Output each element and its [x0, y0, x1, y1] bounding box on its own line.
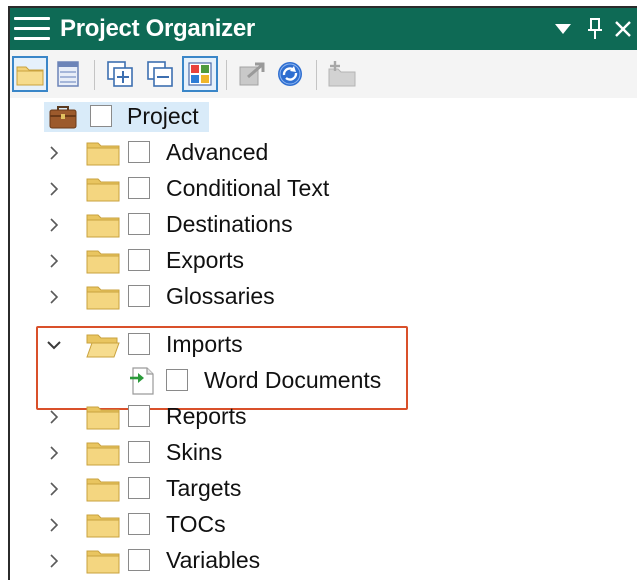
checkbox[interactable] — [128, 405, 150, 427]
folder-view-icon[interactable] — [12, 56, 48, 92]
list-view-icon[interactable] — [50, 56, 86, 92]
folder-icon — [86, 250, 120, 274]
tree-item-label: Skins — [166, 439, 223, 465]
chevron-right-icon[interactable] — [44, 551, 64, 571]
chevron-right-icon[interactable] — [44, 515, 64, 535]
tree-folder-imports[interactable]: Imports — [10, 328, 637, 362]
folder-icon — [86, 406, 120, 430]
panel-toolbar — [10, 50, 637, 98]
folder-icon — [86, 214, 120, 238]
tree-folder-skins[interactable]: Skins — [10, 436, 637, 470]
tree-folder-glossaries[interactable]: Glossaries — [10, 280, 637, 314]
tree-item-label: Destinations — [166, 211, 293, 237]
tree-folder-destinations[interactable]: Destinations — [10, 208, 637, 242]
pin-icon[interactable] — [582, 16, 608, 42]
tree-folder-advanced[interactable]: Advanced — [10, 136, 637, 170]
checkbox[interactable] — [128, 477, 150, 499]
briefcase-icon — [48, 104, 78, 130]
dropdown-triangle-icon[interactable] — [550, 16, 576, 42]
tree-item-label: Project — [127, 103, 199, 129]
checkbox[interactable] — [128, 213, 150, 235]
tree-item-label: Glossaries — [166, 283, 275, 309]
tree-root-project[interactable]: Project — [10, 100, 637, 134]
folder-icon — [86, 142, 120, 166]
tree-item-label: Variables — [166, 547, 261, 573]
checkbox[interactable] — [128, 141, 150, 163]
expand-all-icon[interactable] — [102, 56, 138, 92]
open-folder-icon — [86, 334, 120, 358]
chevron-down-icon[interactable] — [44, 335, 64, 355]
checkbox[interactable] — [128, 285, 150, 307]
add-folder-icon[interactable] — [324, 56, 360, 92]
open-item-icon[interactable] — [234, 56, 270, 92]
folder-icon — [86, 550, 120, 574]
tree-item-label: Word Documents — [204, 367, 382, 393]
checkbox[interactable] — [128, 333, 150, 355]
chevron-right-icon[interactable] — [44, 443, 64, 463]
tree-folder-tocs[interactable]: TOCs — [10, 508, 637, 542]
tree-item-label: Conditional Text — [166, 175, 330, 201]
folder-icon — [86, 478, 120, 502]
checkbox[interactable] — [128, 441, 150, 463]
chevron-right-icon[interactable] — [44, 215, 64, 235]
folder-icon — [86, 178, 120, 202]
tree-item-word-documents[interactable]: Word Documents — [10, 364, 637, 398]
panel-title: Project Organizer — [60, 15, 255, 42]
tree-item-label: Advanced — [166, 139, 269, 165]
close-icon[interactable] — [610, 16, 636, 42]
collapse-all-icon[interactable] — [142, 56, 178, 92]
checkbox[interactable] — [128, 513, 150, 535]
tree-folder-variables[interactable]: Variables — [10, 544, 637, 578]
project-organizer-panel: Project Organizer Project Advanced Condi… — [8, 6, 637, 580]
chevron-right-icon[interactable] — [44, 251, 64, 271]
tree-item-label: Exports — [166, 247, 244, 273]
checkbox[interactable] — [90, 105, 112, 127]
tree-item-label: Targets — [166, 475, 242, 501]
chevron-right-icon[interactable] — [44, 407, 64, 427]
tree-folder-reports[interactable]: Reports — [10, 400, 637, 434]
tree-item-label: TOCs — [166, 511, 226, 537]
folder-icon — [86, 442, 120, 466]
chevron-right-icon[interactable] — [44, 287, 64, 307]
project-tree: Project Advanced Conditional Text Destin… — [10, 98, 637, 580]
panel-titlebar: Project Organizer — [10, 8, 637, 50]
chevron-right-icon[interactable] — [44, 143, 64, 163]
folder-icon — [86, 514, 120, 538]
refresh-icon[interactable] — [272, 56, 308, 92]
tree-item-label: Imports — [166, 331, 243, 357]
tree-folder-targets[interactable]: Targets — [10, 472, 637, 506]
import-file-icon — [130, 367, 154, 395]
folder-icon — [86, 286, 120, 310]
chevron-right-icon[interactable] — [44, 179, 64, 199]
checkbox[interactable] — [128, 549, 150, 571]
checkbox[interactable] — [128, 177, 150, 199]
tree-folder-conditional-text[interactable]: Conditional Text — [10, 172, 637, 206]
tree-item-label: Reports — [166, 403, 247, 429]
tree-folder-exports[interactable]: Exports — [10, 244, 637, 278]
chevron-right-icon[interactable] — [44, 479, 64, 499]
hamburger-menu-icon[interactable] — [14, 17, 50, 41]
show-file-types-icon[interactable] — [182, 56, 218, 92]
checkbox[interactable] — [128, 249, 150, 271]
checkbox[interactable] — [166, 369, 188, 391]
